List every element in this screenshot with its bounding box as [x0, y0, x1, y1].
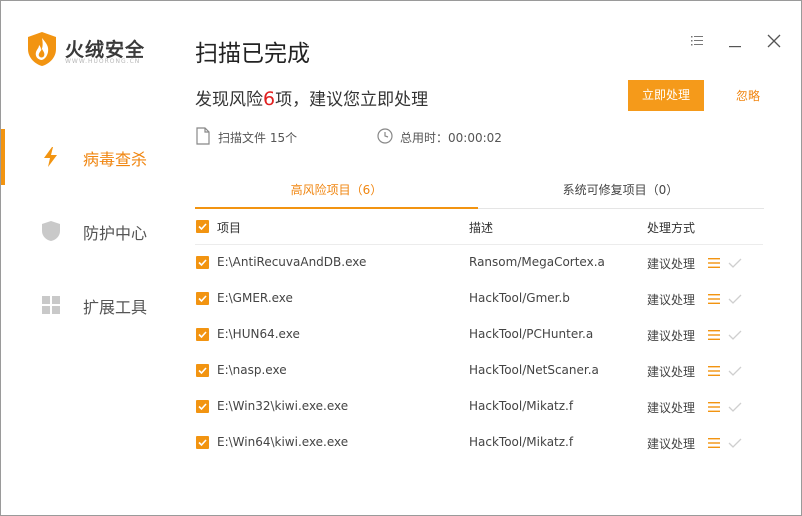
action-menu-icon[interactable] — [707, 365, 721, 377]
row-action: 建议处理 — [647, 437, 696, 451]
page-title: 扫描已完成 — [195, 41, 310, 67]
checkmark-icon — [198, 367, 207, 375]
row-item-path: E:\AntiRecuvaAndDB.exe — [217, 255, 367, 269]
flame-logo-icon — [28, 32, 56, 66]
row-threat-desc: HackTool/NetScaner.a — [469, 363, 599, 377]
table-row: E:\AntiRecuvaAndDB.exe Ransom/MegaCortex… — [195, 245, 763, 281]
checkmark-icon — [198, 403, 207, 411]
checkmark-icon — [198, 331, 207, 339]
sidebar-item-label: 防护中心 — [83, 224, 148, 243]
summary-prefix: 发现风险 — [195, 90, 263, 110]
grid-icon — [42, 296, 60, 314]
close-icon[interactable] — [764, 31, 784, 51]
row-action: 建议处理 — [647, 329, 696, 343]
table-row: E:\Win32\kiwi.exe.exe HackTool/Mikatz.f … — [195, 389, 763, 425]
risk-count: 6 — [263, 88, 276, 110]
sidebar-item-virus-scan[interactable]: 病毒查杀 — [1, 129, 171, 185]
trust-check-icon[interactable] — [728, 437, 742, 449]
action-menu-icon[interactable] — [707, 437, 721, 449]
checkmark-icon — [198, 439, 207, 447]
sidebar-item-protection-center[interactable]: 防护中心 — [1, 203, 171, 259]
shield-icon — [42, 221, 60, 241]
sidebar-item-label: 病毒查杀 — [83, 150, 148, 169]
row-item-path: E:\nasp.exe — [217, 363, 287, 377]
table-row: E:\GMER.exe HackTool/Gmer.b 建议处理 — [195, 281, 763, 317]
row-checkbox[interactable] — [196, 328, 209, 341]
brand-logo: 火绒安全 WWW.HUORONG.CN — [27, 31, 167, 71]
elapsed-time-text: 总用时：00:00:02 — [400, 131, 502, 145]
checkmark-icon — [198, 295, 207, 303]
row-threat-desc: Ransom/MegaCortex.a — [469, 255, 605, 269]
trust-check-icon[interactable] — [728, 329, 742, 341]
file-icon — [196, 127, 210, 145]
result-tabs: 高风险项目（6） 系统可修复项目（0） — [195, 177, 763, 209]
row-action: 建议处理 — [647, 293, 696, 307]
handle-now-button[interactable]: 立即处理 — [628, 80, 704, 111]
row-threat-desc: HackTool/Gmer.b — [469, 291, 570, 305]
row-action: 建议处理 — [647, 401, 696, 415]
action-menu-icon[interactable] — [707, 293, 721, 305]
table-row: E:\nasp.exe HackTool/NetScaner.a 建议处理 — [195, 353, 763, 389]
row-checkbox[interactable] — [196, 364, 209, 377]
app-window: 火绒安全 WWW.HUORONG.CN 病毒查杀 防护中心 扩展工具 扫描已完成… — [0, 0, 802, 516]
trust-check-icon[interactable] — [728, 293, 742, 305]
select-all-checkbox[interactable] — [196, 220, 209, 233]
sidebar-item-extension-tools[interactable]: 扩展工具 — [1, 277, 171, 333]
row-checkbox[interactable] — [196, 436, 209, 449]
row-item-path: E:\HUN64.exe — [217, 327, 300, 341]
ignore-link[interactable]: 忽略 — [736, 87, 760, 104]
row-action: 建议处理 — [647, 365, 696, 379]
action-menu-icon[interactable] — [707, 401, 721, 413]
row-item-path: E:\Win64\kiwi.exe.exe — [217, 435, 349, 449]
row-action: 建议处理 — [647, 257, 696, 271]
brand-url: WWW.HUORONG.CN — [65, 58, 141, 65]
trust-check-icon[interactable] — [728, 401, 742, 413]
lightning-icon — [44, 147, 57, 167]
row-threat-desc: HackTool/Mikatz.f — [469, 399, 574, 413]
menu-icon[interactable] — [687, 31, 707, 51]
tab-high-risk-items[interactable]: 高风险项目（6） — [195, 177, 478, 209]
column-header-desc: 描述 — [469, 221, 494, 235]
table-header-row: 项目 描述 处理方式 — [195, 209, 763, 245]
sidebar-item-label: 扩展工具 — [83, 298, 148, 317]
action-menu-icon[interactable] — [707, 257, 721, 269]
row-checkbox[interactable] — [196, 292, 209, 305]
scan-result-summary: 发现风险6项，建议您立即处理 — [195, 85, 428, 110]
checkmark-icon — [198, 223, 207, 231]
column-header-item: 项目 — [217, 221, 242, 235]
column-header-action: 处理方式 — [647, 221, 696, 235]
tab-system-fixable-items[interactable]: 系统可修复项目（0） — [478, 177, 763, 209]
trust-check-icon[interactable] — [728, 257, 742, 269]
scanned-files-text: 扫描文件 15个 — [218, 131, 298, 145]
trust-check-icon[interactable] — [728, 365, 742, 377]
row-threat-desc: HackTool/Mikatz.f — [469, 435, 574, 449]
row-checkbox[interactable] — [196, 400, 209, 413]
row-checkbox[interactable] — [196, 256, 209, 269]
summary-suffix: 项，建议您立即处理 — [275, 90, 429, 110]
table-row: E:\Win64\kiwi.exe.exe HackTool/Mikatz.f … — [195, 425, 763, 461]
minimize-icon[interactable] — [725, 31, 745, 51]
row-item-path: E:\Win32\kiwi.exe.exe — [217, 399, 349, 413]
action-menu-icon[interactable] — [707, 329, 721, 341]
checkmark-icon — [198, 259, 207, 267]
row-item-path: E:\GMER.exe — [217, 291, 293, 305]
clock-icon — [377, 128, 393, 144]
row-threat-desc: HackTool/PCHunter.a — [469, 327, 594, 341]
table-row: E:\HUN64.exe HackTool/PCHunter.a 建议处理 — [195, 317, 763, 353]
